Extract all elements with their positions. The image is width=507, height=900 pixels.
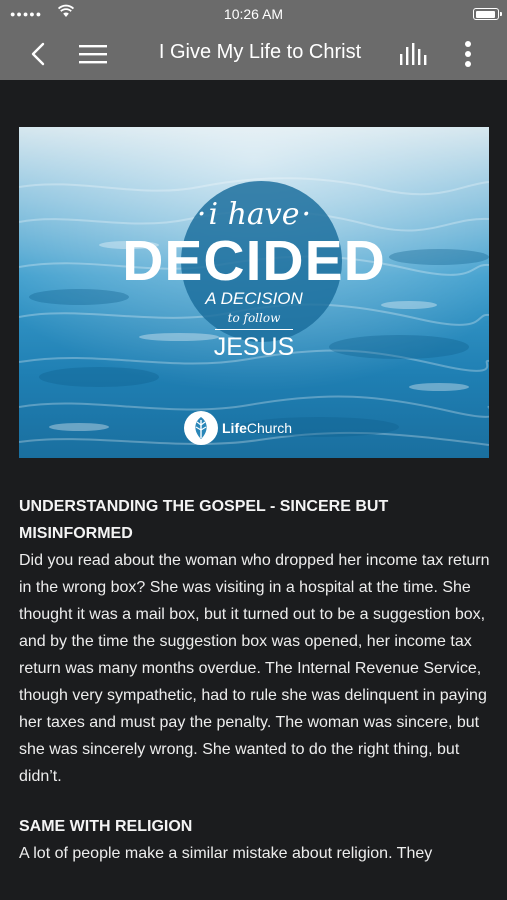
battery-icon	[473, 8, 502, 20]
hero-jesus-line: JESUS	[213, 333, 295, 361]
vertical-dots-icon	[465, 41, 471, 67]
devotional-text: UNDERSTANDING THE GOSPEL - SINCERE BUT M…	[19, 493, 491, 867]
back-button[interactable]	[20, 36, 56, 72]
hero-main-title: DECIDED	[122, 229, 386, 293]
battery-fill	[475, 10, 495, 18]
section-heading: UNDERSTANDING THE GOSPEL - SINCERE BUT M…	[19, 498, 389, 542]
plan-hero-image: i have DECIDED A DECISION to follow JESU…	[19, 127, 489, 458]
audio-button[interactable]	[396, 36, 432, 72]
chevron-left-icon	[31, 42, 45, 66]
devotional-content[interactable]: i have DECIDED A DECISION to follow JESU…	[0, 80, 507, 900]
status-time: 10:26 AM	[223, 6, 284, 22]
hero-decision-line: A DECISION	[205, 289, 303, 308]
hero-script-title: i have	[19, 197, 489, 232]
menu-button[interactable]	[75, 36, 111, 72]
section-body: A lot of people make a similar mistake a…	[19, 845, 433, 862]
lifechurch-logo: Life Church	[184, 411, 292, 445]
hamburger-icon	[79, 45, 107, 64]
section-body: Did you read about the woman who dropped…	[19, 552, 490, 785]
hero-divider	[215, 329, 293, 330]
status-bar: ●●●●● 10:26 AM	[0, 0, 507, 28]
leaf-logo-icon	[184, 411, 218, 445]
top-nav-bar: I Give My Life to Christ	[0, 28, 507, 80]
section-heading: SAME WITH RELIGION	[19, 818, 193, 835]
hero-follow-line: to follow	[227, 311, 281, 325]
more-options-button[interactable]	[450, 36, 486, 72]
audio-bars-icon	[400, 43, 427, 65]
brand-name-bold: Life	[222, 420, 247, 436]
brand-name-rest: Church	[246, 420, 293, 436]
page-title: I Give My Life to Christ	[158, 41, 362, 63]
